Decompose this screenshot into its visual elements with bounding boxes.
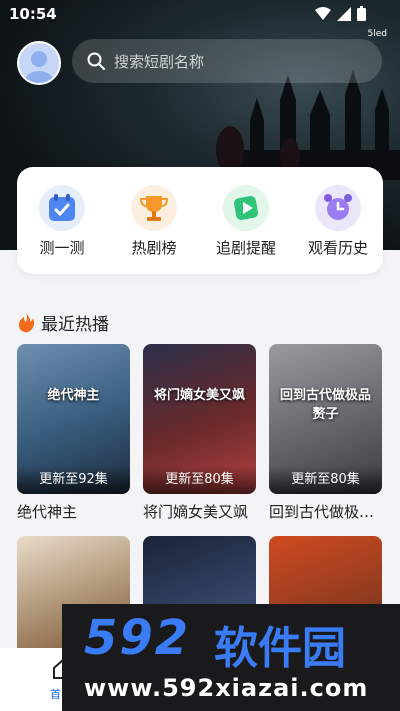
fire-icon bbox=[19, 312, 35, 332]
watermark-brand: 592 bbox=[84, 610, 191, 666]
drama-card[interactable]: 将门嫡女美又飒 更新至80集 将门嫡女美又飒 bbox=[143, 344, 256, 522]
section-title-text: 最近热播 bbox=[41, 315, 109, 335]
quick-action-label: 观看历史 bbox=[307, 239, 368, 257]
trophy-icon bbox=[139, 196, 169, 221]
update-badge: 更新至92集 bbox=[17, 466, 130, 494]
poster-title: 将门嫡女美又飒 bbox=[153, 388, 245, 403]
poster-title: 回到古代做极品赘子 bbox=[279, 388, 371, 422]
avatar[interactable] bbox=[17, 41, 61, 85]
status-time: 10:54 bbox=[9, 5, 57, 23]
castle-illustration bbox=[216, 70, 400, 180]
section-title: 最近热播 bbox=[17, 310, 109, 335]
update-badge: 更新至80集 bbox=[143, 466, 256, 494]
drama-title: 绝代神主 bbox=[17, 503, 78, 521]
quick-action-quiz[interactable]: 测一测 bbox=[22, 185, 102, 258]
watermark: 592 软件园 www.592xiazai.com bbox=[62, 604, 400, 711]
nav-home-label[interactable]: 首 bbox=[50, 686, 61, 702]
search-placeholder: 搜索短剧名称 bbox=[114, 52, 205, 71]
poster-title: 绝代神主 bbox=[47, 388, 100, 403]
watermark-brand-cn: 软件园 bbox=[214, 623, 346, 674]
drama-title: 回到古代做极… bbox=[269, 503, 375, 521]
quick-action-label: 追剧提醒 bbox=[215, 239, 276, 257]
play-card-icon bbox=[234, 196, 258, 220]
drama-card[interactable]: 绝代神主 更新至92集 绝代神主 bbox=[17, 344, 130, 522]
quick-action-ranking[interactable]: 热剧榜 bbox=[114, 185, 194, 258]
watermark-url: www.592xiazai.com bbox=[84, 674, 369, 702]
user-avatar-icon bbox=[25, 51, 53, 83]
drama-poster: 回到古代做极品赘子 更新至80集 bbox=[269, 344, 382, 494]
drama-poster: 绝代神主 更新至92集 bbox=[17, 344, 130, 494]
wifi-icon bbox=[315, 6, 331, 20]
signal-icon bbox=[337, 6, 351, 21]
drama-poster: 将门嫡女美又飒 更新至80集 bbox=[143, 344, 256, 494]
search-icon bbox=[87, 52, 105, 70]
drama-title: 将门嫡女美又飒 bbox=[143, 503, 249, 521]
status-bar: 10:54 5led bbox=[0, 0, 400, 39]
network-label: 5led bbox=[367, 29, 387, 39]
quick-action-history[interactable]: 观看历史 bbox=[298, 185, 378, 258]
drama-card[interactable]: 回到古代做极品赘子 更新至80集 回到古代做极… bbox=[269, 344, 382, 522]
quick-action-label: 测一测 bbox=[39, 239, 85, 257]
quiz-badge-icon bbox=[49, 194, 75, 221]
quick-action-label: 热剧榜 bbox=[131, 239, 177, 257]
search-bar[interactable]: 搜索短剧名称 bbox=[72, 39, 382, 83]
quick-action-reminder[interactable]: 追剧提醒 bbox=[206, 185, 286, 258]
update-badge: 更新至80集 bbox=[269, 466, 382, 494]
battery-icon bbox=[357, 6, 366, 21]
quick-actions-card: 测一测 热剧榜 追剧提醒 观看历史 bbox=[17, 167, 383, 274]
alarm-clock-icon bbox=[324, 194, 352, 220]
